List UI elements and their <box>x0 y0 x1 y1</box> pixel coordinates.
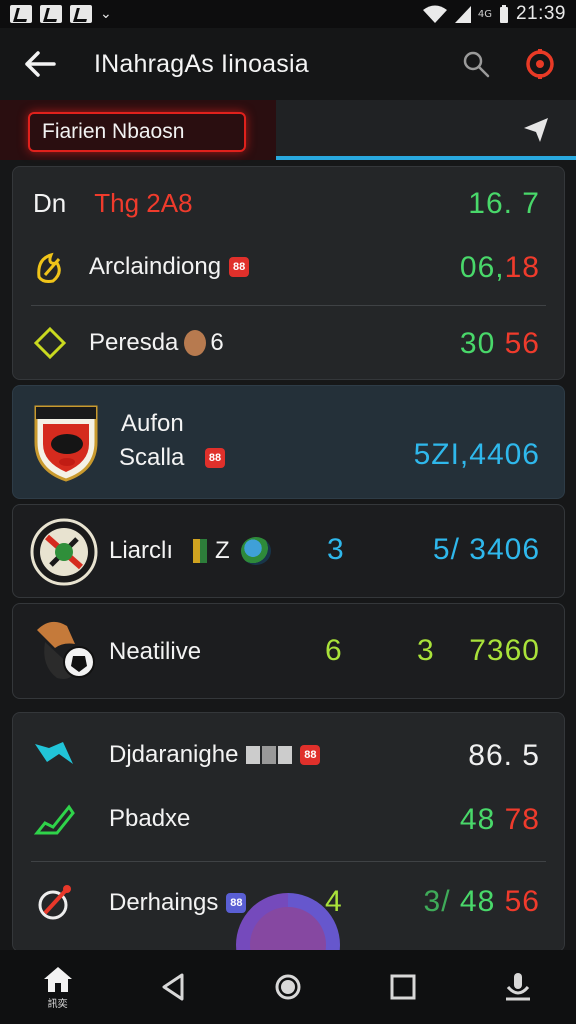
list-item[interactable]: Pbadxe 48 78 <box>13 799 564 839</box>
row-label: Arclaindiong <box>89 253 222 280</box>
row-label: Pbadxe <box>109 805 191 832</box>
value-part: 06 <box>459 251 496 284</box>
filter-icon[interactable] <box>522 116 550 144</box>
row-badge: 88 <box>229 257 250 277</box>
football-icon <box>37 621 95 679</box>
header-title: Thg 2A8 <box>94 187 193 218</box>
value-part: 48 <box>459 885 496 918</box>
match-col-mid: 3 <box>327 533 344 566</box>
status-bar: ⌄ 4G 21:39 <box>0 0 576 28</box>
match-mark: Z <box>215 537 230 564</box>
player-col-mid: 6 <box>325 634 342 667</box>
signal-icon <box>454 6 471 23</box>
tab-underline <box>276 156 576 160</box>
row-label: Peresda <box>89 329 179 356</box>
flame-icon <box>37 252 61 283</box>
row-label: Djdaranighe <box>109 741 239 768</box>
app-actions <box>462 48 556 80</box>
nav-home-label: 訊奕 <box>47 998 68 1010</box>
value-prefix: 3/ <box>423 885 451 918</box>
player-card[interactable]: Neatilive 6 3 7360 <box>12 603 565 699</box>
circle-home-icon <box>275 974 301 1000</box>
team-value: 5ZI,4406 <box>413 438 540 471</box>
divider <box>31 305 546 306</box>
network-type: 4G <box>477 8 492 20</box>
clock: 21:39 <box>515 3 566 24</box>
club-emblem-icon <box>30 518 98 586</box>
diamond-icon <box>33 326 67 360</box>
navigation-bar: 訊奕 <box>0 950 576 1024</box>
notification-icon <box>40 5 62 23</box>
list-item[interactable]: Djdaranighe 88 86. 5 <box>13 735 564 775</box>
tab-bar: Fiarien Nbaosn <box>0 100 576 160</box>
team-line-1: Aufon <box>121 410 184 437</box>
home-icon <box>43 966 72 992</box>
back-arrow-icon[interactable] <box>24 50 56 78</box>
row-badge: 88 <box>300 745 321 765</box>
notification-icon <box>70 5 92 23</box>
shoe-icon <box>33 804 75 835</box>
recents-icon <box>390 974 416 1000</box>
value-part: 56 <box>504 327 540 360</box>
tag-icon <box>38 885 71 920</box>
team-line-2: Scalla <box>119 444 185 471</box>
row-badge: 88 <box>226 893 247 913</box>
value-part: 56 <box>504 885 540 918</box>
player-value: 7360 <box>469 634 540 667</box>
chevron-down-icon: ⌄ <box>100 6 112 22</box>
team-card[interactable]: Aufon Scalla 88 5ZI,4406 <box>12 385 565 499</box>
header-left: Dn <box>33 187 67 218</box>
value-part: 48 <box>459 803 496 836</box>
row-value: 06,18 <box>460 251 540 285</box>
list-item[interactable]: Peresda 6 30 56 <box>13 323 564 363</box>
match-label: Liarclı <box>109 537 174 564</box>
stats-card: Dn Thg 2A8 16. 7 Arclaindiong 88 06,18 P… <box>12 166 565 380</box>
player-label: Neatilive <box>109 638 202 665</box>
card-header-row: Dn Thg 2A8 16. 7 <box>13 185 564 221</box>
nav-home[interactable]: 訊奕 <box>28 957 88 1017</box>
value-part: 18 <box>504 251 540 284</box>
status-right: 4G 21:39 <box>422 3 566 25</box>
tab-active-bg: Fiarien Nbaosn <box>0 100 276 160</box>
list-item[interactable]: Arclaindiong 88 06,18 <box>13 247 564 287</box>
row-suffix: 6 <box>210 329 224 356</box>
back-triangle-icon <box>162 973 184 1001</box>
nav-recents[interactable] <box>373 957 433 1017</box>
nav-assistant[interactable] <box>488 957 548 1017</box>
settings-icon[interactable] <box>524 48 556 80</box>
header-value: 16. 7 <box>468 187 540 220</box>
row-label: Derhaings <box>109 889 219 916</box>
match-card[interactable]: Liarclı Z 3 5/ 3406 <box>12 504 565 598</box>
value-sep: , <box>495 251 505 284</box>
notification-icons: ⌄ <box>10 5 112 23</box>
divider <box>31 861 546 862</box>
row-value: 30 56 <box>460 327 540 361</box>
value-part: 78 <box>504 803 540 836</box>
tab-active[interactable]: Fiarien Nbaosn <box>28 112 246 152</box>
globe-icon <box>241 537 271 565</box>
row-value: 3/ 48 56 <box>424 885 540 919</box>
row-value: 48 78 <box>460 803 540 837</box>
wifi-icon <box>422 5 447 23</box>
row-value: 86. 5 <box>468 739 540 772</box>
nav-home-circle[interactable] <box>258 957 318 1017</box>
avatar <box>184 330 207 356</box>
plane-icon <box>35 742 73 764</box>
team-crest-icon <box>34 405 98 482</box>
value-part: 30 <box>459 327 496 360</box>
player-col-right: 3 <box>417 634 434 667</box>
nav-back[interactable] <box>143 957 203 1017</box>
microphone-icon <box>506 973 531 1001</box>
battery-icon <box>499 5 508 23</box>
page-title: INahragAs Iinoasia <box>94 49 309 78</box>
app-bar: INahragAs Iinoasia <box>0 28 576 100</box>
flag-icon <box>193 539 207 563</box>
match-value: 5/ 3406 <box>432 533 540 566</box>
search-icon[interactable] <box>462 50 490 78</box>
mini-icons <box>246 746 293 764</box>
notification-icon <box>10 5 32 23</box>
team-badge: 88 <box>205 448 225 468</box>
